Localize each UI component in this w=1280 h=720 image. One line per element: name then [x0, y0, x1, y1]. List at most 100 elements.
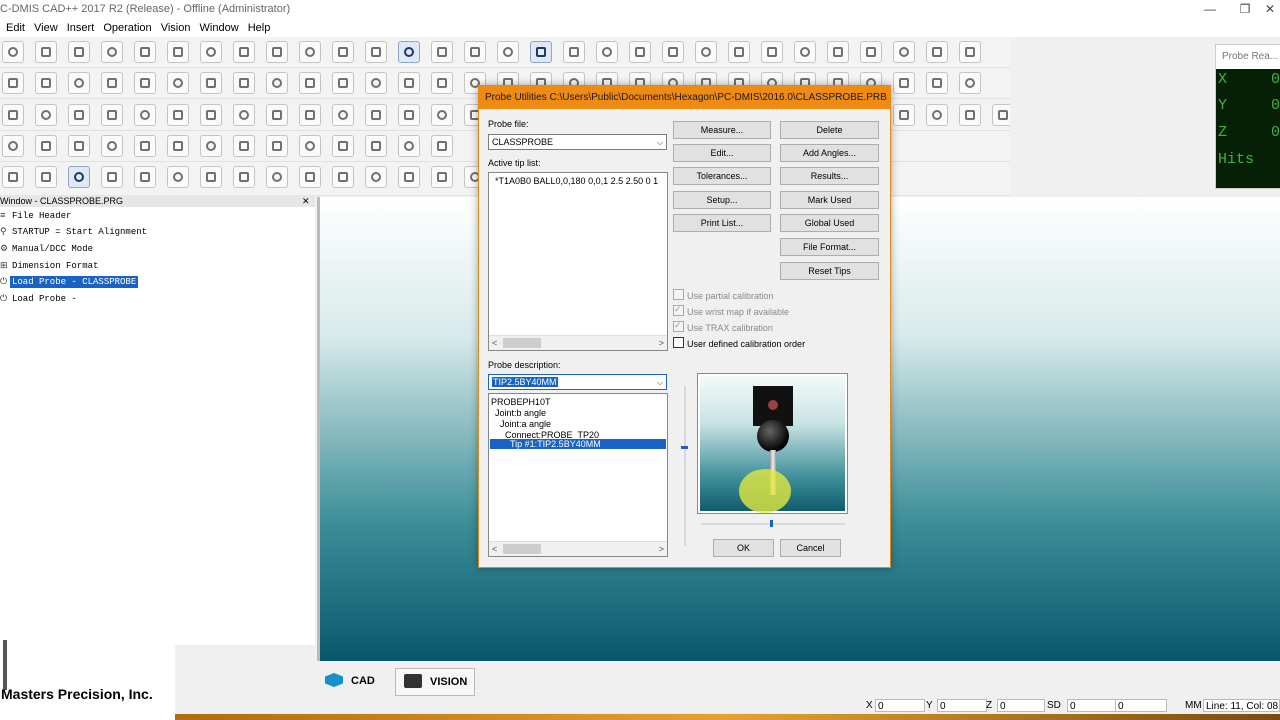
toolbar-tool-icon[interactable] — [233, 72, 255, 94]
cancel-button[interactable]: Cancel — [780, 539, 841, 557]
toolbar-tool-icon[interactable] — [695, 41, 717, 63]
toolbar-tool-icon[interactable] — [431, 166, 453, 188]
toolbar-tool-icon[interactable] — [398, 135, 420, 157]
toolbar-tool-icon[interactable] — [431, 135, 453, 157]
use-trax-calibration-checkbox[interactable]: Use TRAX calibration — [673, 319, 773, 334]
vertical-slider-thumb[interactable] — [681, 446, 688, 449]
toolbar-tool-icon[interactable] — [365, 41, 387, 63]
toolbar-tool-icon[interactable] — [299, 41, 321, 63]
toolbar-tool-icon[interactable] — [134, 135, 156, 157]
toolbar-tool-icon[interactable] — [200, 104, 222, 126]
print-list-button[interactable]: Print List... — [673, 214, 771, 232]
toolbar-tool-icon[interactable] — [596, 41, 618, 63]
tip-list-scrollbar[interactable]: < > — [489, 335, 667, 350]
probe-component-tree[interactable]: PROBEPH10T Joint:b angle Joint:a angle C… — [488, 393, 668, 557]
toolbar-tool-icon[interactable] — [827, 41, 849, 63]
toolbar-tool-icon[interactable] — [959, 41, 981, 63]
toolbar-tool-icon[interactable] — [728, 41, 750, 63]
toolbar-tool-icon[interactable] — [761, 41, 783, 63]
tree-item-dimension-format[interactable]: ⊞ Dimension Format — [0, 258, 300, 274]
toolbar-tool-icon[interactable] — [959, 72, 981, 94]
toolbar-tool-icon[interactable] — [893, 104, 915, 126]
scroll-left-icon[interactable]: < — [492, 336, 497, 350]
toolbar-tool-icon[interactable] — [266, 72, 288, 94]
tolerances-button[interactable]: Tolerances... — [673, 167, 771, 185]
probe-file-combo[interactable]: CLASSPROBE ⌵ — [488, 134, 667, 150]
toolbar-tool-icon[interactable] — [398, 166, 420, 188]
toolbar-tool-icon[interactable] — [431, 104, 453, 126]
user-defined-calibration-order-checkbox[interactable]: User defined calibration order — [673, 337, 805, 350]
toolbar-tool-icon[interactable] — [332, 104, 354, 126]
toolbar-tool-icon[interactable] — [200, 41, 222, 63]
use-partial-calibration-checkbox[interactable]: Use partial calibration — [673, 289, 774, 302]
toolbar-tool-icon[interactable] — [68, 104, 90, 126]
toolbar-tool-icon[interactable] — [530, 41, 552, 63]
toolbar-tool-icon[interactable] — [35, 72, 57, 94]
toolbar-tool-icon[interactable] — [794, 41, 816, 63]
toolbar-tool-icon[interactable] — [68, 72, 90, 94]
toolbar-tool-icon[interactable] — [68, 166, 90, 188]
toolbar-tool-icon[interactable] — [233, 135, 255, 157]
minimize-button[interactable]: — — [1190, 0, 1230, 20]
toolbar-tool-icon[interactable] — [266, 104, 288, 126]
toolbar-tool-icon[interactable] — [35, 166, 57, 188]
toolbar-tool-icon[interactable] — [233, 166, 255, 188]
toolbar-tool-icon[interactable] — [398, 72, 420, 94]
toolbar-tool-icon[interactable] — [299, 72, 321, 94]
toolbar-tool-icon[interactable] — [167, 41, 189, 63]
toolbar-tool-icon[interactable] — [926, 41, 948, 63]
toolbar-tool-icon[interactable] — [101, 166, 123, 188]
toolbar-tool-icon[interactable] — [662, 41, 684, 63]
toolbar-tool-icon[interactable] — [431, 72, 453, 94]
toolbar-tool-icon[interactable] — [167, 72, 189, 94]
menu-insert[interactable]: Insert — [64, 20, 98, 37]
toolbar-tool-icon[interactable] — [332, 72, 354, 94]
toolbar-tool-icon[interactable] — [959, 104, 981, 126]
edit-button[interactable]: Edit... — [673, 144, 771, 162]
toolbar-tool-icon[interactable] — [101, 41, 123, 63]
toolbar-tool-icon[interactable] — [2, 166, 24, 188]
menu-help[interactable]: Help — [245, 20, 274, 37]
toolbar-tool-icon[interactable] — [233, 104, 255, 126]
mark-used-button[interactable]: Mark Used — [780, 191, 879, 209]
toolbar-tool-icon[interactable] — [35, 135, 57, 157]
scroll-thumb[interactable] — [503, 544, 541, 554]
close-button[interactable]: ✕ — [1250, 0, 1280, 20]
toolbar-tool-icon[interactable] — [2, 135, 24, 157]
tree-item-load-probe[interactable]: ⏻ Load Probe - — [0, 291, 300, 307]
tree-item-load-probe-classprobe[interactable]: ⏻ Load Probe - CLASSPROBE — [0, 274, 300, 290]
probe-description-combo[interactable]: TIP2.5BY40MM ⌵ — [488, 374, 667, 390]
toolbar-tool-icon[interactable] — [101, 135, 123, 157]
toolbar-tool-icon[interactable] — [926, 104, 948, 126]
setup-button[interactable]: Setup... — [673, 191, 771, 209]
toolbar-tool-icon[interactable] — [35, 41, 57, 63]
tab-cad[interactable]: CAD — [317, 668, 393, 696]
toolbar-tool-icon[interactable] — [497, 41, 519, 63]
toolbar-tool-icon[interactable] — [200, 166, 222, 188]
tree-item-file-header[interactable]: ≡ File Header — [0, 208, 300, 224]
toolbar-tool-icon[interactable] — [167, 135, 189, 157]
toolbar-tool-icon[interactable] — [398, 104, 420, 126]
ok-button[interactable]: OK — [713, 539, 774, 557]
menu-vision[interactable]: Vision — [158, 20, 194, 37]
toolbar-tool-icon[interactable] — [332, 166, 354, 188]
toolbar-tool-icon[interactable] — [299, 104, 321, 126]
toolbar-tool-icon[interactable] — [299, 135, 321, 157]
tree-item-startup[interactable]: ⚲ STARTUP = Start Alignment — [0, 224, 300, 240]
toolbar-tool-icon[interactable] — [629, 41, 651, 63]
use-wrist-map-checkbox[interactable]: Use wrist map if available — [673, 303, 789, 318]
horizontal-slider-track[interactable] — [701, 523, 845, 525]
file-format-button[interactable]: File Format... — [780, 238, 879, 256]
tree-item-mode[interactable]: ⚙ Manual/DCC Mode — [0, 241, 300, 257]
toolbar-tool-icon[interactable] — [893, 72, 915, 94]
scroll-thumb[interactable] — [503, 338, 541, 348]
delete-button[interactable]: Delete — [780, 121, 879, 139]
toolbar-tool-icon[interactable] — [266, 135, 288, 157]
scroll-left-icon[interactable]: < — [492, 542, 497, 556]
toolbar-tool-icon[interactable] — [68, 135, 90, 157]
scroll-right-icon[interactable]: > — [659, 542, 664, 556]
scroll-right-icon[interactable]: > — [659, 336, 664, 350]
vertical-slider-track[interactable] — [684, 386, 686, 546]
toolbar-tool-icon[interactable] — [68, 41, 90, 63]
toolbar-tool-icon[interactable] — [200, 72, 222, 94]
